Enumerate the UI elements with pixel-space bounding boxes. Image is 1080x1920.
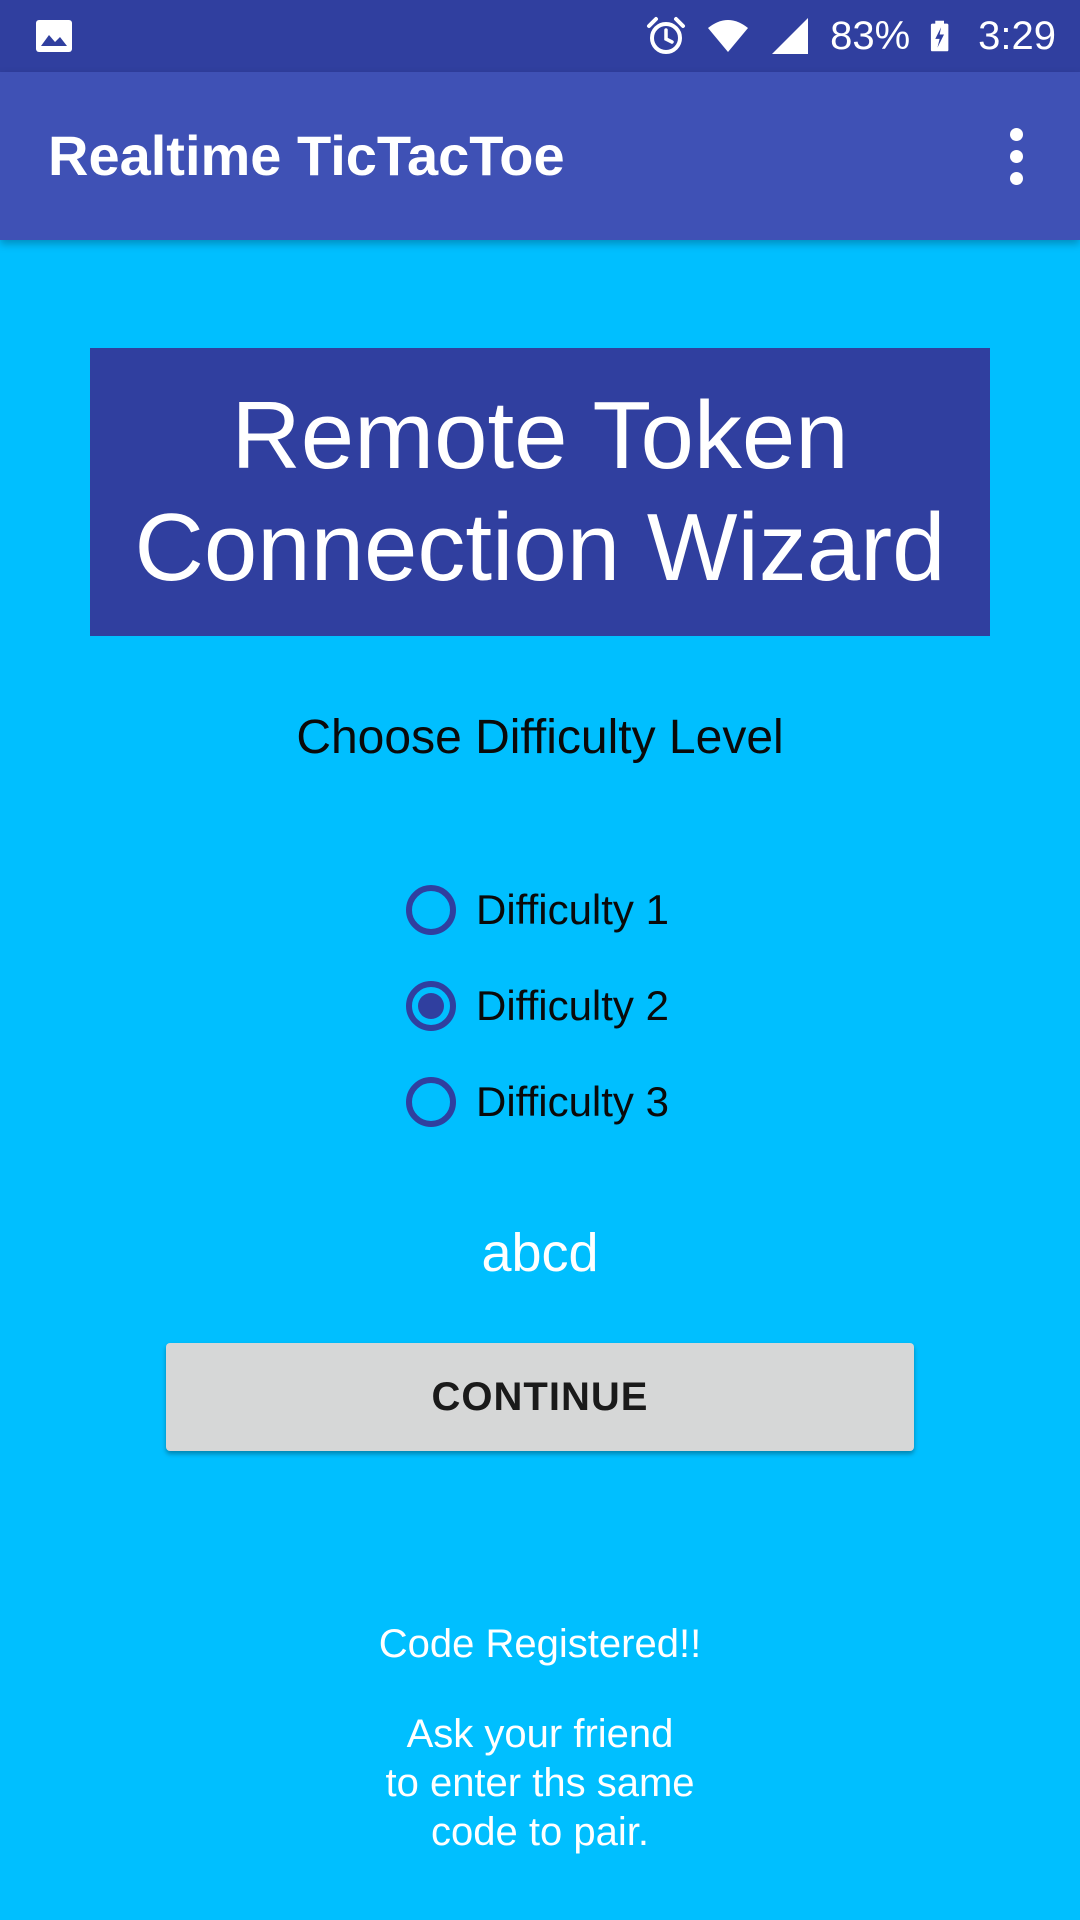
- radio-label: Difficulty 1: [476, 886, 669, 933]
- instruction-line-1: Ask your friend: [406, 1712, 674, 1756]
- wizard-title-banner: Remote Token Connection Wizard: [90, 348, 990, 636]
- signal-icon: [772, 18, 809, 54]
- radio-label: Difficulty 2: [476, 982, 669, 1029]
- status-bar: 83% 3:29: [0, 0, 1080, 72]
- difficulty-radio-group: Difficulty 1 Difficulty 2 Difficulty 3: [404, 862, 669, 1150]
- registration-status: Code Registered!!: [378, 1622, 702, 1666]
- menu-dot: [1009, 149, 1023, 163]
- banner-line-2: Connection Wizard: [134, 494, 946, 601]
- radio-button[interactable]: [406, 981, 456, 1031]
- radio-label: Difficulty 3: [476, 1078, 669, 1125]
- radio-difficulty-3[interactable]: Difficulty 3: [404, 1054, 669, 1150]
- wifi-icon: [708, 20, 749, 52]
- status-icons: 83% 3:29: [644, 0, 1056, 72]
- pairing-code: abcd: [481, 1223, 599, 1283]
- instruction-line-3: code to pair.: [431, 1810, 649, 1854]
- radio-button[interactable]: [406, 885, 456, 935]
- banner-line-1: Remote Token: [231, 382, 849, 489]
- radio-button[interactable]: [406, 1077, 456, 1127]
- more-vert-icon[interactable]: [976, 116, 1056, 196]
- battery-percent: 83%: [830, 14, 911, 58]
- difficulty-heading: Choose Difficulty Level: [296, 711, 784, 764]
- radio-difficulty-2[interactable]: Difficulty 2: [404, 958, 669, 1054]
- alarm-icon: [647, 17, 686, 54]
- image-icon: [36, 20, 72, 52]
- battery-charging-icon: [931, 20, 949, 52]
- clock: 3:29: [978, 14, 1056, 58]
- app-title: Realtime TicTacToe: [48, 124, 565, 187]
- continue-button[interactable]: CONTINUE: [166, 1343, 914, 1451]
- radio-difficulty-1[interactable]: Difficulty 1: [404, 862, 669, 958]
- pairing-instructions: Ask your friend to enter ths same code t…: [0, 1710, 1080, 1857]
- menu-dot: [1009, 171, 1023, 185]
- menu-dot: [1009, 127, 1023, 141]
- app-bar: Realtime TicTacToe: [0, 72, 1080, 240]
- instruction-line-2: to enter ths same: [385, 1761, 695, 1805]
